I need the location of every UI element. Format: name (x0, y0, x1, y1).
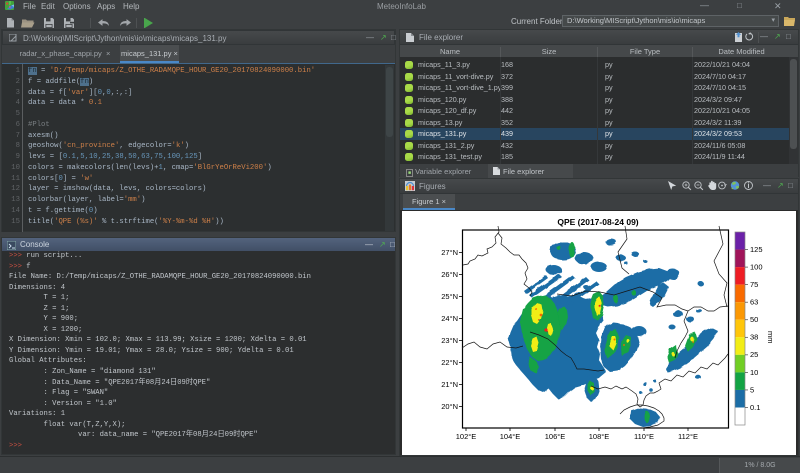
svg-text:5: 5 (750, 386, 754, 395)
svg-text:20°N: 20°N (441, 402, 458, 411)
svg-text:mm: mm (766, 331, 775, 344)
svg-text:50: 50 (750, 315, 758, 324)
svg-text:23°N: 23°N (441, 336, 458, 345)
svg-text:0.1: 0.1 (750, 403, 760, 412)
svg-text:38: 38 (750, 333, 758, 342)
svg-text:27°N: 27°N (441, 248, 458, 257)
svg-text:10: 10 (750, 368, 758, 377)
svg-text:102°E: 102°E (456, 432, 477, 441)
svg-text:108°E: 108°E (589, 432, 610, 441)
svg-text:125: 125 (750, 245, 763, 254)
svg-text:25°N: 25°N (441, 292, 458, 301)
svg-text:106°E: 106°E (545, 432, 566, 441)
svg-text:110°E: 110°E (634, 432, 654, 441)
svg-text:63: 63 (750, 298, 758, 307)
svg-text:QPE (2017-08-24 09): QPE (2017-08-24 09) (557, 217, 638, 227)
svg-text:112°E: 112°E (678, 432, 698, 441)
svg-text:22°N: 22°N (441, 358, 458, 367)
svg-text:21°N: 21°N (441, 380, 458, 389)
svg-text:100: 100 (750, 263, 763, 272)
svg-text:75: 75 (750, 280, 758, 289)
svg-text:24°N: 24°N (441, 314, 458, 323)
svg-text:104°E: 104°E (500, 432, 521, 441)
svg-text:25: 25 (750, 350, 758, 359)
svg-text:26°N: 26°N (441, 270, 458, 279)
